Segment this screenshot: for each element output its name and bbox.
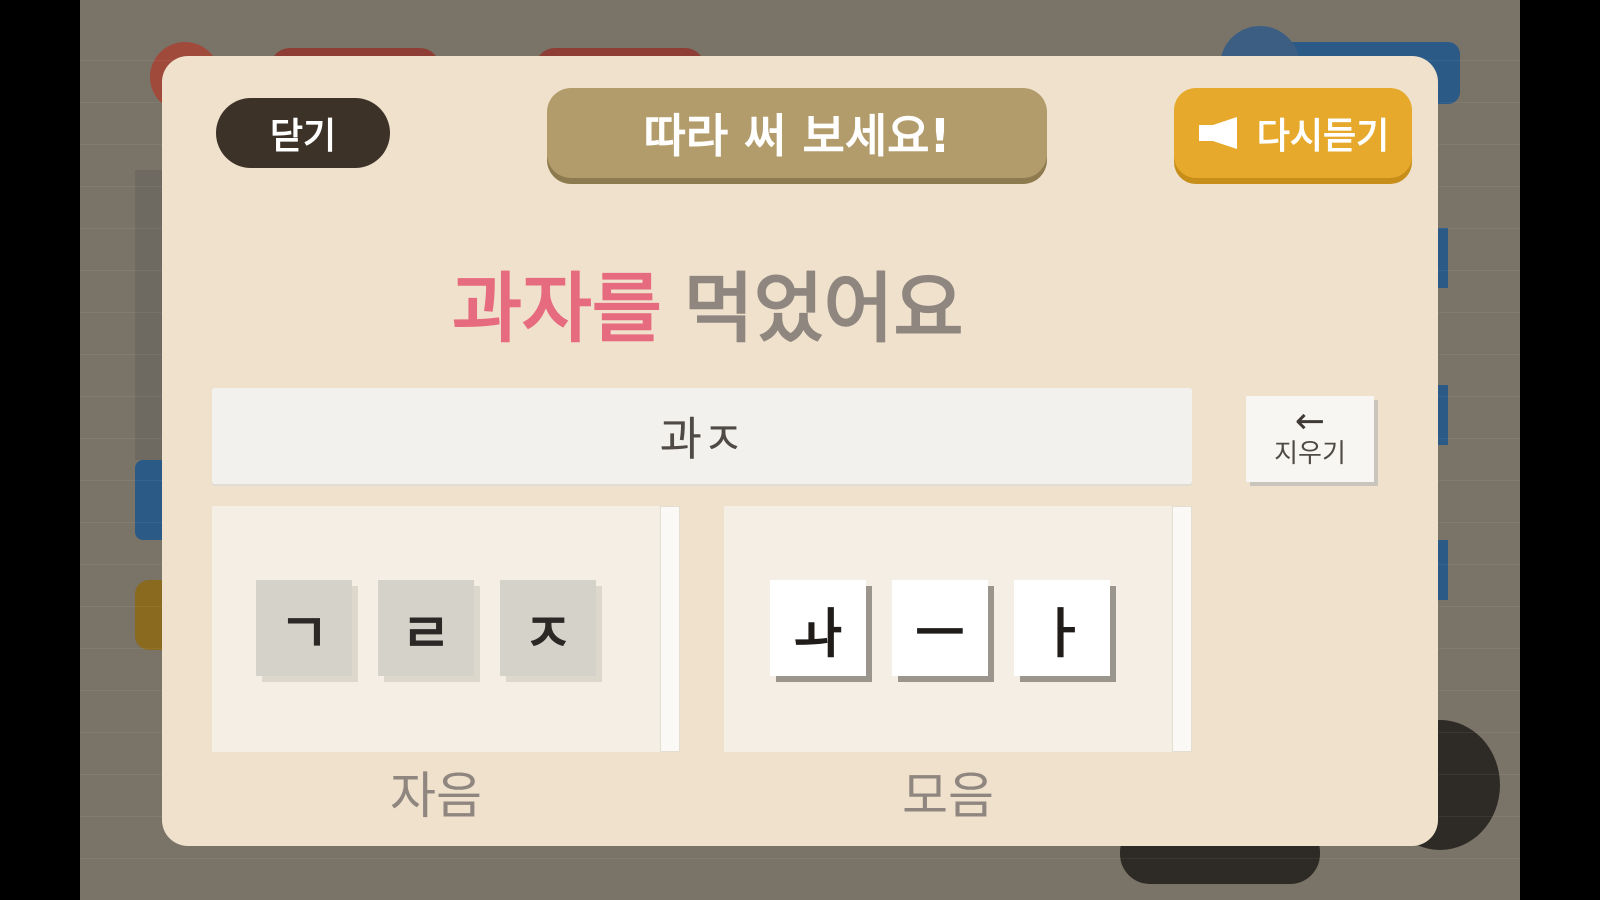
- bg-stripe: [80, 858, 1520, 859]
- consonant-label: 자음: [390, 767, 482, 825]
- target-sentence: 과자를 먹었어요: [452, 252, 972, 353]
- consonant-key[interactable]: ㅈ: [500, 580, 596, 676]
- vowel-key[interactable]: ㅡ: [892, 580, 988, 676]
- close-button[interactable]: 닫기: [216, 98, 390, 168]
- vowel-scrollbar[interactable]: [1172, 506, 1192, 752]
- erase-label: 지우기: [1274, 439, 1346, 469]
- vowel-key[interactable]: ㅏ: [1014, 580, 1110, 676]
- modal-title: 따라 써 보세요!: [547, 88, 1047, 178]
- consonant-scrollbar[interactable]: [660, 506, 680, 752]
- consonant-key[interactable]: ㄹ: [378, 580, 474, 676]
- consonant-key[interactable]: ㄱ: [256, 580, 352, 676]
- vowel-key[interactable]: ㅘ: [770, 580, 866, 676]
- sentence-rest: 먹었어요: [683, 264, 964, 353]
- vowel-label: 모음: [902, 767, 994, 825]
- replay-label: 다시듣기: [1256, 116, 1390, 157]
- consonant-keypad: ㄱ ㄹ ㅈ: [212, 506, 660, 752]
- replay-audio-button[interactable]: 다시듣기: [1174, 88, 1412, 178]
- sentence-highlight-word: 과자를: [452, 264, 662, 353]
- backspace-arrow-icon: ←: [1294, 401, 1326, 442]
- answer-input[interactable]: 과ㅈ: [212, 388, 1192, 484]
- erase-button[interactable]: ← 지우기: [1246, 396, 1374, 482]
- speaker-icon: [1198, 117, 1237, 149]
- vowel-keypad: ㅘ ㅡ ㅏ: [724, 506, 1172, 752]
- writing-practice-modal: 닫기 따라 써 보세요! 다시듣기 과자를 먹었어요 과ㅈ ← 지우기 ㄱ ㄹ …: [162, 56, 1438, 846]
- consonant-key-row: ㄱ ㄹ ㅈ: [256, 580, 596, 676]
- vowel-key-row: ㅘ ㅡ ㅏ: [770, 580, 1110, 676]
